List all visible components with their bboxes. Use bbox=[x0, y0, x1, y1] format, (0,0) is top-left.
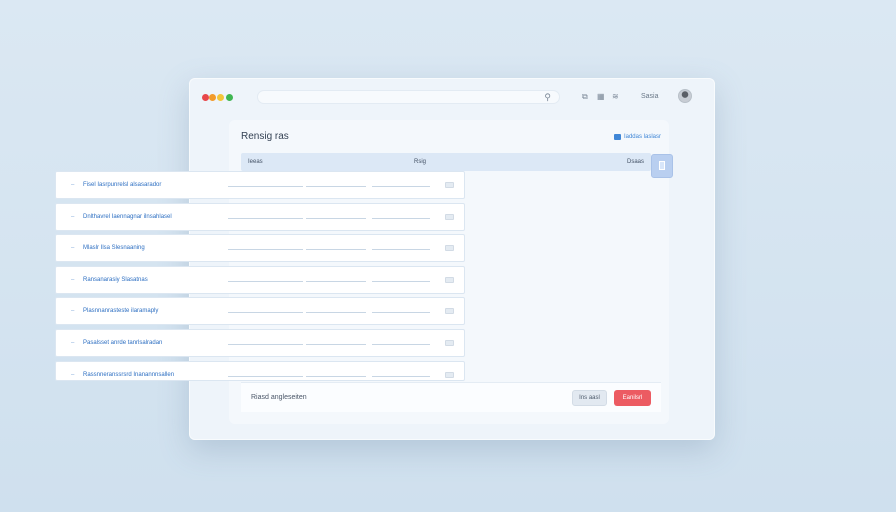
row-divider bbox=[372, 376, 430, 377]
close-window-button[interactable] bbox=[202, 94, 209, 101]
row-divider bbox=[228, 312, 303, 313]
row-divider bbox=[228, 249, 303, 250]
row-name[interactable]: Mlaslr Ilsa Slesnaaning bbox=[83, 243, 145, 253]
row-name[interactable]: Plasnnanrasteste ilaramaply bbox=[83, 306, 158, 316]
row-divider bbox=[228, 186, 303, 187]
row-name[interactable]: Ransanarasiy Slasatnas bbox=[83, 275, 148, 285]
copy-icon[interactable]: ⧉ bbox=[582, 91, 588, 103]
table-header: Ieeas Rsig Dsaas bbox=[241, 153, 651, 171]
row-name[interactable]: Pasalsset anrde tanrlsalradan bbox=[83, 338, 162, 348]
row-divider bbox=[372, 281, 430, 282]
column-header-dsaas[interactable]: Dsaas bbox=[627, 156, 644, 168]
row-divider bbox=[228, 344, 303, 345]
cancel-button[interactable]: Ins aasl bbox=[572, 390, 607, 406]
row-divider bbox=[306, 344, 366, 345]
confirm-button[interactable]: Eanilsrl bbox=[614, 390, 651, 406]
fullscreen-window-button[interactable] bbox=[226, 94, 233, 101]
document-icon bbox=[659, 161, 665, 170]
minimize-window-button[interactable] bbox=[209, 94, 216, 101]
row-tag[interactable] bbox=[445, 308, 454, 314]
row-divider bbox=[306, 376, 366, 377]
row-divider bbox=[228, 218, 303, 219]
settings-icon[interactable]: ≋ bbox=[612, 91, 619, 103]
row-divider bbox=[306, 186, 366, 187]
footer-status-text: Riasd angleseiten bbox=[251, 394, 307, 401]
grid-icon[interactable]: ▦ bbox=[597, 91, 605, 103]
table-row[interactable]: – Rassnneranssrsrd Inanannnsallen bbox=[55, 361, 465, 381]
table-row[interactable]: – Pasalsset anrde tanrlsalradan bbox=[55, 329, 465, 357]
row-divider bbox=[228, 376, 303, 377]
side-document-button[interactable] bbox=[651, 154, 673, 178]
chevron-right-icon[interactable]: – bbox=[71, 338, 74, 348]
zoom-window-button[interactable] bbox=[217, 94, 224, 101]
row-divider bbox=[306, 312, 366, 313]
row-tag[interactable] bbox=[445, 340, 454, 346]
column-header-name[interactable]: Ieeas bbox=[248, 156, 263, 168]
row-tag[interactable] bbox=[445, 182, 454, 188]
dialog-footer: Riasd angleseiten Ins aasl Eanilsrl bbox=[241, 382, 661, 412]
panel-action-link[interactable]: Iaddas laslasr bbox=[613, 132, 661, 142]
table-row[interactable]: – Dnlthavrel Iaennagnar ilnsahlasel bbox=[55, 203, 465, 231]
row-divider bbox=[306, 281, 366, 282]
row-divider bbox=[372, 344, 430, 345]
table-row[interactable]: – Plasnnanrasteste ilaramaply bbox=[55, 297, 465, 325]
row-tag[interactable] bbox=[445, 372, 454, 378]
row-divider bbox=[228, 281, 303, 282]
title-bar: ⚲ ⧉ ▦ ≋ Sasia bbox=[189, 78, 715, 116]
column-header-rsig[interactable]: Rsig bbox=[414, 156, 426, 168]
table-row[interactable]: – Ransanarasiy Slasatnas bbox=[55, 266, 465, 294]
panel-action-label: Iaddas laslasr bbox=[623, 134, 661, 140]
row-name[interactable]: Fisel Iasrpunrelsl alsasarador bbox=[83, 180, 161, 190]
search-input[interactable]: ⚲ bbox=[257, 90, 560, 104]
chevron-right-icon[interactable]: – bbox=[71, 180, 74, 190]
row-tag[interactable] bbox=[445, 245, 454, 251]
download-icon bbox=[613, 134, 621, 140]
row-divider bbox=[372, 186, 430, 187]
row-divider bbox=[372, 249, 430, 250]
row-tag[interactable] bbox=[445, 214, 454, 220]
chevron-right-icon[interactable]: – bbox=[71, 306, 74, 316]
table-row[interactable]: – Mlaslr Ilsa Slesnaaning bbox=[55, 234, 465, 262]
table-row[interactable]: – Fisel Iasrpunrelsl alsasarador bbox=[55, 171, 465, 199]
row-divider bbox=[372, 312, 430, 313]
page-title: Rensig ras bbox=[241, 131, 289, 142]
row-name[interactable]: Rassnneranssrsrd Inanannnsallen bbox=[83, 370, 174, 380]
chevron-right-icon[interactable]: – bbox=[71, 243, 74, 253]
chevron-right-icon[interactable]: – bbox=[71, 370, 74, 380]
row-divider bbox=[306, 218, 366, 219]
row-divider bbox=[306, 249, 366, 250]
row-divider bbox=[372, 218, 430, 219]
search-icon[interactable]: ⚲ bbox=[544, 91, 551, 104]
row-tag[interactable] bbox=[445, 277, 454, 283]
row-name[interactable]: Dnlthavrel Iaennagnar ilnsahlasel bbox=[83, 212, 172, 222]
chevron-right-icon[interactable]: – bbox=[71, 212, 74, 222]
avatar[interactable] bbox=[678, 89, 692, 103]
chevron-right-icon[interactable]: – bbox=[71, 275, 74, 285]
user-name[interactable]: Sasia bbox=[641, 91, 659, 103]
